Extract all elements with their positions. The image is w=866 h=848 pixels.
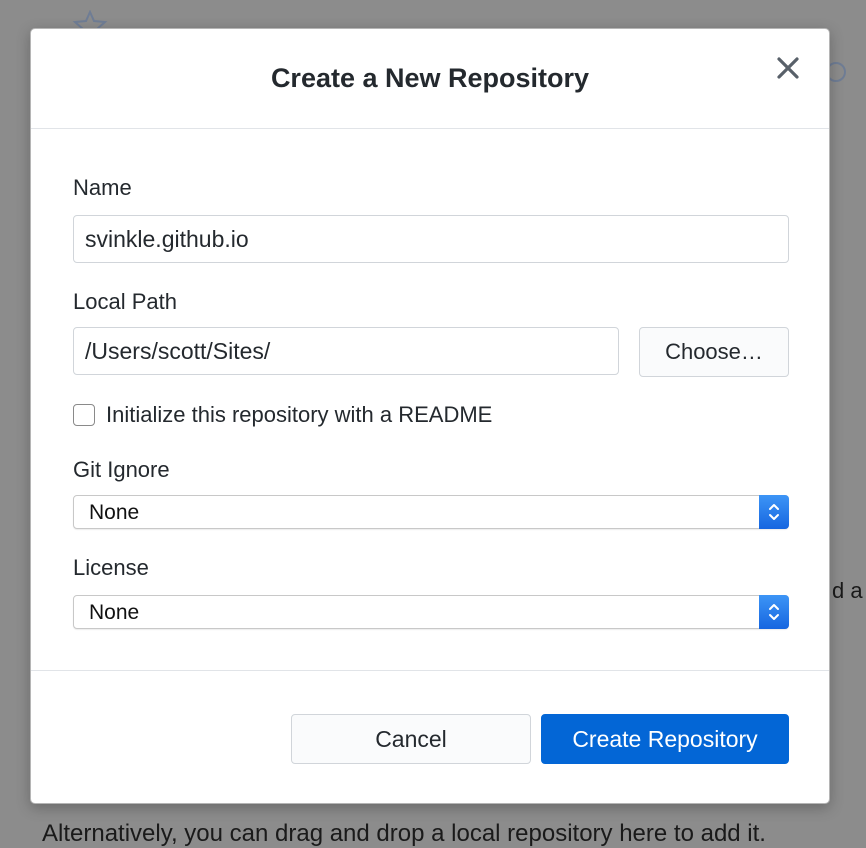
name-input[interactable] — [73, 215, 789, 263]
license-label: License — [73, 555, 149, 580]
create-repository-button[interactable]: Create Repository — [541, 714, 789, 764]
readme-checkbox[interactable] — [73, 404, 95, 426]
close-button[interactable] — [773, 53, 803, 83]
local-path-label: Local Path — [73, 289, 177, 314]
name-label: Name — [73, 175, 132, 200]
choose-button[interactable]: Choose… — [639, 327, 789, 377]
select-stepper-icon — [759, 595, 789, 629]
readme-checkbox-label: Initialize this repository with a README — [106, 402, 493, 427]
git-ignore-label: Git Ignore — [73, 457, 170, 482]
git-ignore-selected-value: None — [89, 501, 140, 524]
readme-checkbox-row[interactable]: Initialize this repository with a README — [73, 401, 492, 429]
local-path-input[interactable] — [73, 327, 619, 375]
dialog-header: Create a New Repository — [31, 29, 829, 129]
cancel-button[interactable]: Cancel — [291, 714, 531, 764]
background-text-fragment: d a — [832, 578, 863, 603]
license-select[interactable]: None — [73, 595, 789, 629]
background-drop-hint: Alternatively, you can drag and drop a l… — [42, 820, 766, 847]
select-stepper-icon — [759, 495, 789, 529]
create-repository-dialog: Create a New Repository Name Local Path … — [30, 28, 830, 804]
dialog-footer: Cancel Create Repository — [31, 670, 829, 803]
license-selected-value: None — [89, 601, 140, 624]
git-ignore-select[interactable]: None — [73, 495, 789, 529]
close-icon — [777, 57, 799, 79]
dialog-title: Create a New Repository — [270, 63, 590, 93]
